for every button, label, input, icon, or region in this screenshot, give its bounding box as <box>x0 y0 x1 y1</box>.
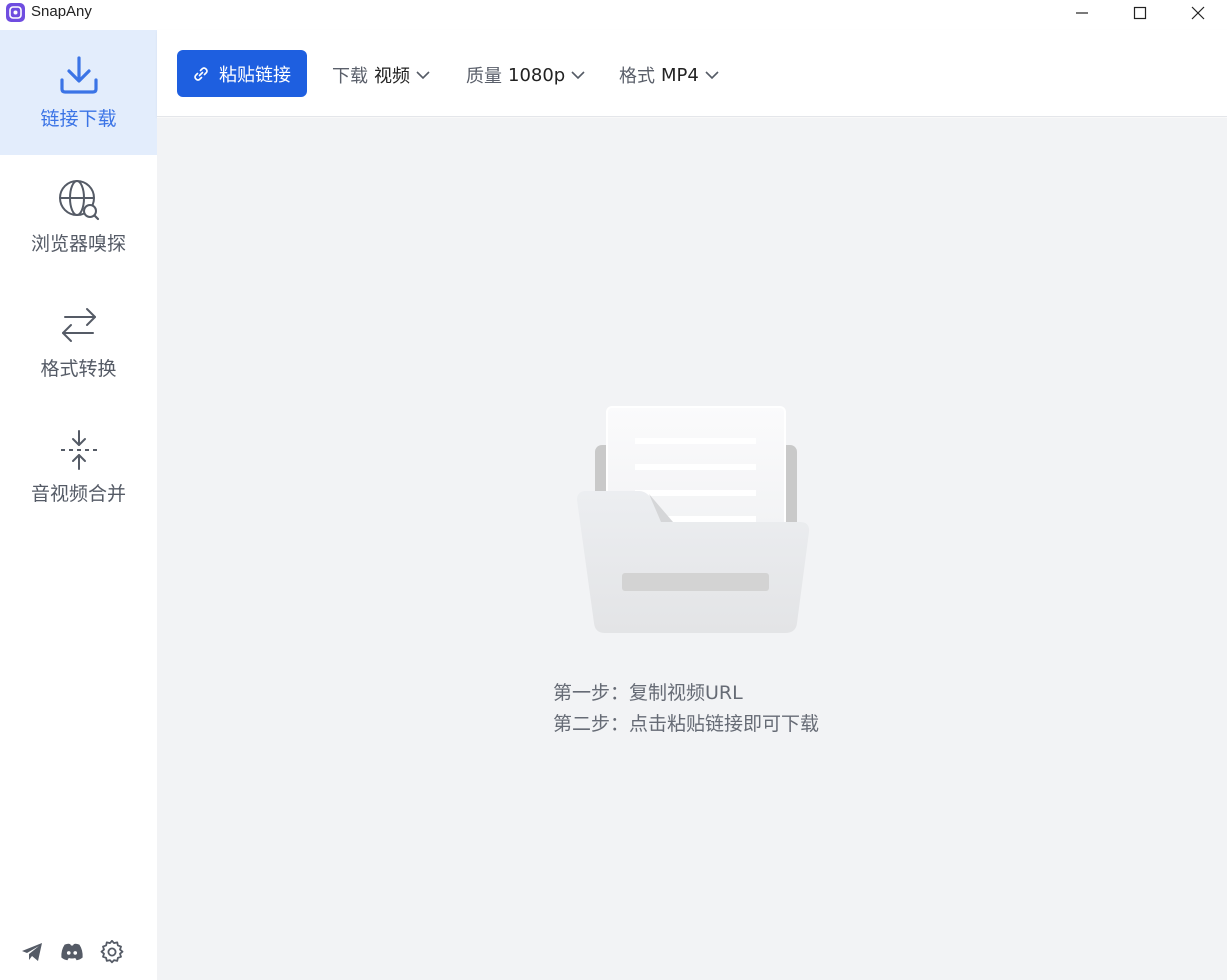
download-type-dropdown[interactable]: 下载 视频 <box>332 62 430 88</box>
download-type-value: 视频 <box>374 66 410 87</box>
settings-gear-icon[interactable] <box>100 940 124 964</box>
app-logo-icon <box>6 3 25 22</box>
chevron-down-icon <box>571 70 585 79</box>
paste-link-label: 粘贴链接 <box>219 64 291 86</box>
toolbar: 粘贴链接 下载 视频 质量 1080p 格式 MP4 <box>157 30 1227 117</box>
chevron-down-icon <box>416 70 430 79</box>
step-1-text: 第一步：复制视频URL <box>553 682 743 704</box>
minimize-icon <box>1076 12 1088 14</box>
app-title: SnapAny <box>31 3 92 20</box>
globe-search-icon <box>56 177 102 223</box>
download-type-key: 下载 <box>332 66 368 87</box>
sidebar-item-label: 音视频合并 <box>30 483 126 505</box>
paste-link-button[interactable]: 粘贴链接 <box>177 50 307 97</box>
title-bar: SnapAny <box>0 0 1227 30</box>
quality-key: 质量 <box>466 66 502 87</box>
sidebar-item-label: 链接下载 <box>40 108 117 130</box>
sidebar: 链接下载 浏览器嗅探 格式转换 音视频合并 <box>0 30 157 980</box>
sidebar-item-browser-sniff[interactable]: 浏览器嗅探 <box>0 155 157 280</box>
step-2-text: 第二步：点击粘贴链接即可下载 <box>553 713 820 735</box>
sidebar-item-format-convert[interactable]: 格式转换 <box>0 280 157 405</box>
chevron-down-icon <box>705 70 719 79</box>
link-icon <box>194 66 208 81</box>
telegram-icon[interactable] <box>20 940 44 964</box>
sidebar-item-link-download[interactable]: 链接下载 <box>0 30 157 155</box>
maximize-button[interactable] <box>1111 0 1169 26</box>
format-key: 格式 <box>619 66 655 87</box>
close-icon <box>1191 6 1205 20</box>
main-content: 第一步：复制视频URL 第二步：点击粘贴链接即可下载 <box>157 118 1227 980</box>
close-button[interactable] <box>1169 0 1227 26</box>
instructions: 第一步：复制视频URL 第二步：点击粘贴链接即可下载 <box>553 678 819 740</box>
quality-dropdown[interactable]: 质量 1080p <box>466 62 585 88</box>
sidebar-footer <box>20 940 124 964</box>
maximize-icon <box>1133 6 1147 20</box>
download-icon <box>56 52 102 98</box>
format-value: MP4 <box>661 64 699 86</box>
format-dropdown[interactable]: 格式 MP4 <box>619 62 719 88</box>
sidebar-item-label: 浏览器嗅探 <box>30 233 126 255</box>
discord-icon[interactable] <box>60 940 84 964</box>
empty-folder-illustration <box>577 406 810 633</box>
quality-value: 1080p <box>508 64 566 86</box>
sidebar-item-av-merge[interactable]: 音视频合并 <box>0 405 157 530</box>
merge-icon <box>56 427 102 473</box>
minimize-button[interactable] <box>1053 0 1111 26</box>
sidebar-item-label: 格式转换 <box>40 358 117 380</box>
convert-arrows-icon <box>56 302 102 348</box>
